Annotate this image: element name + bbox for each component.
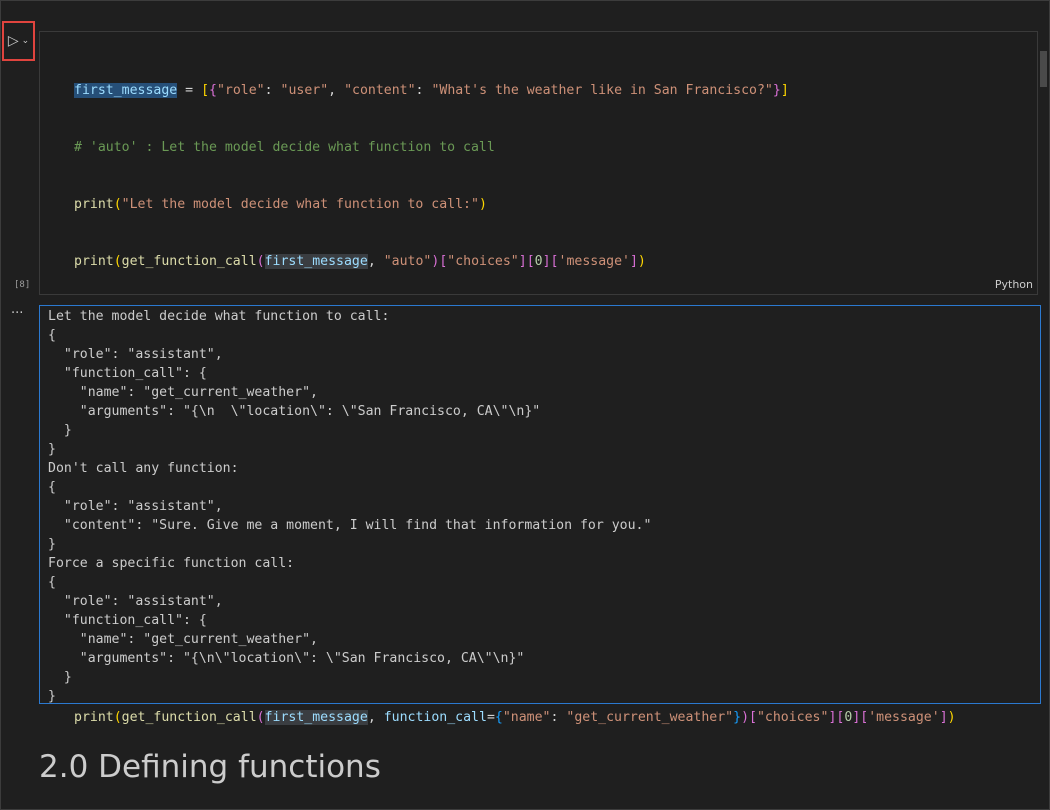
cell-output: Let the model decide what function to ca… [39,305,1041,704]
execution-count: [8] [14,280,31,290]
scrollbar-thumb[interactable] [1040,51,1047,87]
output-text: Let the model decide what function to ca… [48,309,652,704]
code-line: # 'auto' : Let the model decide what fun… [74,140,495,155]
notebook-editor: ▷ ⌄ [8] first_message = [{"role": "user"… [0,0,1050,810]
code-line: print(get_function_call(first_message, f… [74,710,956,725]
play-icon: ▷ [7,33,19,49]
code-line: first_message = [{"role": "user", "conte… [74,83,789,98]
chevron-down-icon[interactable]: ⌄ [22,36,30,46]
cell-language-label[interactable]: Python [995,278,1033,291]
code-line: print(get_function_call(first_message, "… [74,254,646,269]
code-cell[interactable]: first_message = [{"role": "user", "conte… [39,31,1038,725]
run-cell-button[interactable]: ▷ ⌄ [2,21,35,61]
markdown-heading: 2.0 Defining functions [39,749,381,785]
output-menu-icon[interactable]: ··· [11,306,23,321]
code-line: print("Let the model decide what functio… [74,197,487,212]
